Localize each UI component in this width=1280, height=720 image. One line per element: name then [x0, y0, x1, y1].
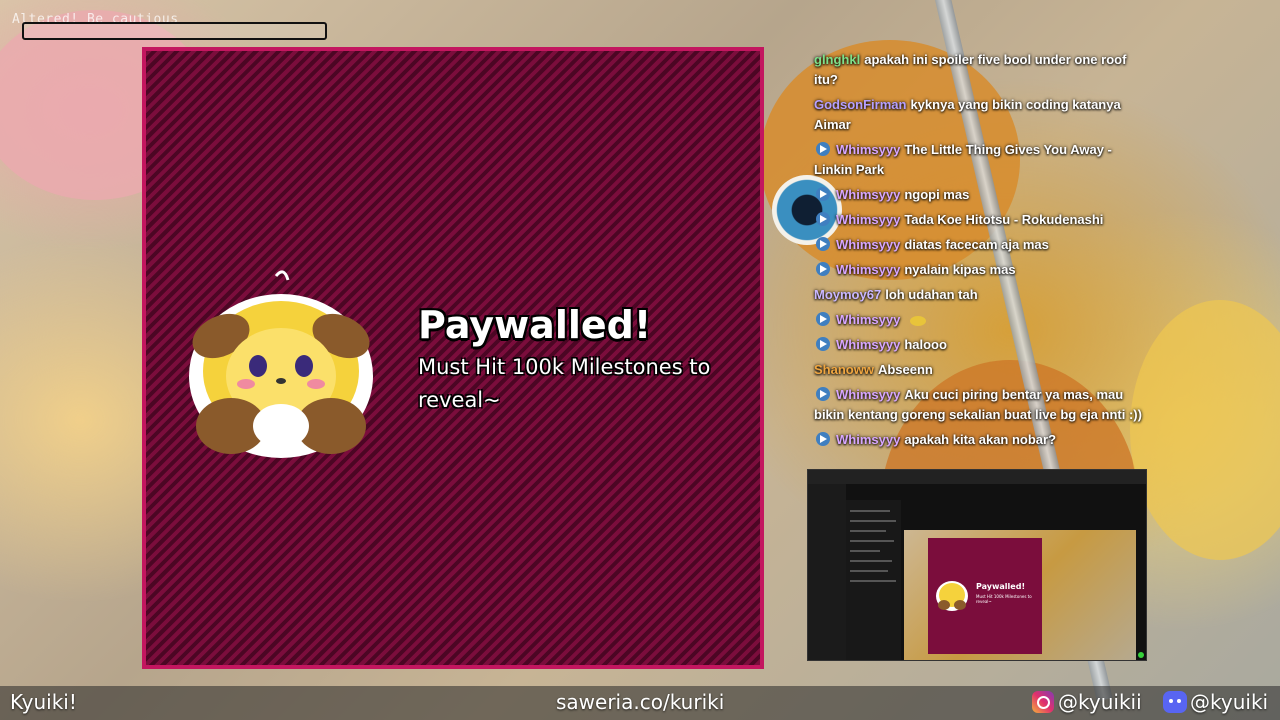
chat-username: Moymoy67: [814, 287, 882, 302]
play-badge-icon: [816, 262, 830, 276]
chat-emote-icon: [910, 316, 927, 326]
chat-message: Whimsyyy: [814, 308, 1144, 333]
play-badge-icon: [816, 337, 830, 351]
chat-username: GodsonFirman: [814, 97, 907, 112]
preview-paywall: Paywalled! Must Hit 100k Milestones to r…: [928, 538, 1042, 654]
footer-streamer-name: Kyuiki!: [10, 690, 77, 714]
chat-username: Whimsyyy: [836, 312, 901, 327]
discord-icon: [1163, 691, 1187, 713]
play-badge-icon: [816, 432, 830, 446]
chat-text: apakah kita akan nobar?: [904, 432, 1057, 447]
chat-message: GodsonFirman kyknya yang bikin coding kat…: [814, 93, 1144, 138]
chat-message: Moymoy67 loh udahan tah: [814, 283, 1144, 308]
paywall-panel: Paywalled! Must Hit 100k Milestones to r…: [142, 47, 764, 669]
chat-text: Tada Koe Hitotsu - Rokudenashi: [904, 212, 1104, 227]
chat-username: Shanoww: [814, 362, 874, 377]
preview-status-dot: [1138, 652, 1144, 658]
play-badge-icon: [816, 312, 830, 326]
chat-message: Whimsyyy nyalain kipas mas: [814, 258, 1144, 283]
chat-message: Whimsyyy Aku cuci piring bentar ya mas, m…: [814, 383, 1144, 428]
paywall-subtitle: Must Hit 100k Milestones to reveal~: [418, 355, 711, 412]
chat-username: Whimsyyy: [836, 262, 901, 277]
chat-username: Whimsyyy: [836, 212, 901, 227]
chat-text: halooo: [904, 337, 947, 352]
chat-username: Whimsyyy: [836, 237, 901, 252]
footer-discord-handle: @kyuiki: [1190, 690, 1269, 714]
chat-message: Whimsyyy The Little Thing Gives You Away …: [814, 138, 1144, 183]
preview-paywall-subtitle: Must Hit 100k Milestones to reveal~: [976, 594, 1032, 604]
footer-donation-link: saweria.co/kuriki: [556, 690, 725, 714]
paywall-title: Paywalled!: [418, 303, 652, 347]
chat-text: apakah ini spoiler five bool under one r…: [814, 52, 1127, 87]
chat-username: Whimsyyy: [836, 432, 901, 447]
chat-overlay: glnghkl apakah ini spoiler five bool unde…: [814, 48, 1144, 453]
play-badge-icon: [816, 142, 830, 156]
footer-instagram-handle: @kyuikii: [1058, 690, 1142, 714]
chat-text: Abseenn: [877, 362, 933, 377]
screen-preview: Paywalled! Must Hit 100k Milestones to r…: [807, 469, 1147, 661]
preview-mascot-image: [936, 581, 968, 611]
chat-message: Whimsyyy apakah kita akan nobar?: [814, 428, 1144, 453]
play-badge-icon: [816, 387, 830, 401]
chat-username: Whimsyyy: [836, 387, 901, 402]
chat-message: Whimsyyy halooo: [814, 333, 1144, 358]
instagram-icon: [1032, 691, 1054, 713]
chat-text: ngopi mas: [904, 187, 970, 202]
chat-username: Whimsyyy: [836, 142, 901, 157]
chat-username: glnghkl: [814, 52, 861, 67]
background-yellow-foliage: [1130, 300, 1280, 560]
chat-username: Whimsyyy: [836, 337, 901, 352]
play-badge-icon: [816, 187, 830, 201]
mascot-image: [189, 270, 373, 458]
play-badge-icon: [816, 212, 830, 226]
chat-text: nyalain kipas mas: [904, 262, 1016, 277]
chat-text: diatas facecam aja mas: [904, 237, 1049, 252]
chat-message: Whimsyyy Tada Koe Hitotsu - Rokudenashi: [814, 208, 1144, 233]
preview-sidebar: [808, 484, 846, 660]
chat-message: Whimsyyy ngopi mas: [814, 183, 1144, 208]
preview-stream-stage: Paywalled! Must Hit 100k Milestones to r…: [904, 530, 1136, 660]
preview-paywall-title: Paywalled!: [976, 582, 1026, 591]
chat-username: Whimsyyy: [836, 187, 901, 202]
chat-message: Shanoww Abseenn: [814, 358, 1144, 383]
preview-browser-bar: [808, 470, 1146, 484]
chat-message: glnghkl apakah ini spoiler five bool unde…: [814, 48, 1144, 93]
chat-text: loh udahan tah: [885, 287, 978, 302]
preview-chat: [846, 500, 901, 660]
altered-progress-bar: [22, 22, 327, 40]
play-badge-icon: [816, 237, 830, 251]
chat-message: Whimsyyy diatas facecam aja mas: [814, 233, 1144, 258]
